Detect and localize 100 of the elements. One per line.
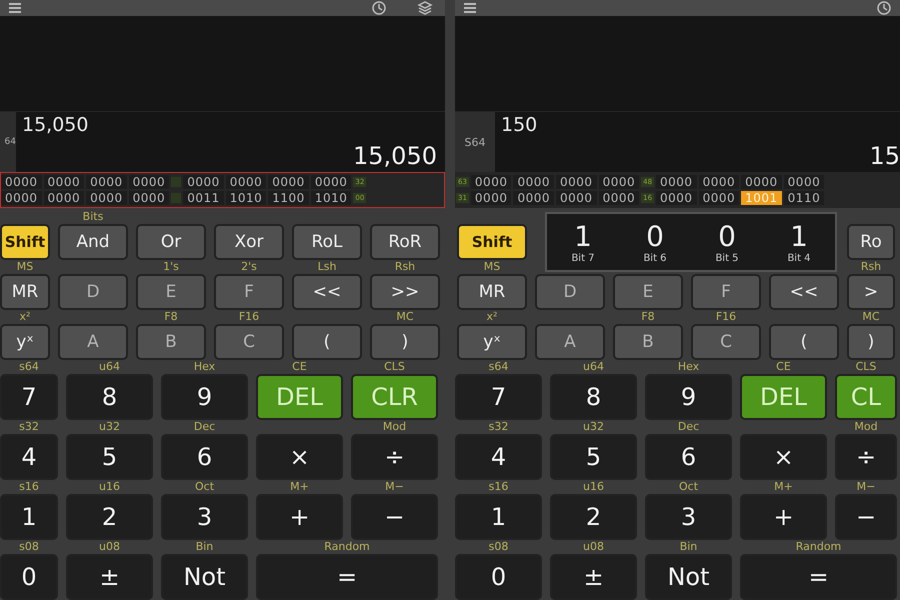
calculator-key[interactable]: 2	[66, 494, 153, 540]
calculator-key[interactable]: 8	[66, 374, 153, 420]
bit-group[interactable]: 0000	[268, 175, 309, 189]
bit-group[interactable]: 1100	[268, 191, 309, 205]
calculator-key[interactable]: 5	[66, 434, 153, 480]
calculator-key[interactable]: Shift	[0, 224, 50, 260]
calculator-key[interactable]: ÷	[835, 434, 897, 480]
calculator-key[interactable]: RoR	[370, 224, 440, 260]
bit-group[interactable]: 0000	[513, 175, 554, 189]
calculator-key[interactable]: Or	[136, 224, 206, 260]
bit-group[interactable]: 1010	[226, 191, 266, 205]
calculator-key[interactable]: 9	[645, 374, 732, 420]
calculator-key[interactable]: 4	[0, 434, 58, 480]
secondary-label: s32	[19, 420, 39, 434]
bit-group[interactable]: 1010	[310, 191, 352, 205]
mode-tab[interactable]: 64	[0, 112, 16, 172]
calculator-key[interactable]: 4	[455, 434, 542, 480]
calculator-key[interactable]: ÷	[351, 434, 438, 480]
calculator-key[interactable]: And	[58, 224, 128, 260]
bit-group[interactable]: 0000	[513, 191, 554, 205]
bit-group[interactable]: 0000	[226, 175, 266, 189]
calculator-key[interactable]: =	[740, 554, 897, 600]
calculator-key[interactable]: Not	[645, 554, 732, 600]
bit-group[interactable]: 0110	[784, 191, 824, 205]
bit-group[interactable]: 0000	[128, 175, 170, 189]
secondary-label: Oct	[194, 480, 214, 494]
secondary-label: Dec	[678, 420, 700, 434]
bit-group[interactable]: 0011	[183, 191, 224, 205]
calculator-key[interactable]: 0	[455, 554, 542, 600]
calculator-key[interactable]: >	[847, 274, 895, 310]
secondary-label: Mod	[854, 420, 878, 434]
calculator-key[interactable]: <<	[292, 274, 362, 310]
calculator-key[interactable]: −	[835, 494, 897, 540]
calculator-key[interactable]: yˣ	[0, 324, 50, 360]
calculator-key[interactable]: 1	[455, 494, 542, 540]
calculator-key[interactable]: +	[256, 494, 343, 540]
menu-icon[interactable]	[463, 2, 477, 14]
layers-icon[interactable]	[417, 0, 433, 16]
calculator-key[interactable]: ±	[550, 554, 637, 600]
bit-group[interactable]: 0000	[44, 191, 84, 205]
bit-group[interactable]: 0000	[784, 175, 824, 189]
calculator-key[interactable]: )	[847, 324, 895, 360]
calculator-key[interactable]: −	[351, 494, 438, 540]
calculator-key[interactable]: MR	[0, 274, 50, 310]
bit-group[interactable]: 0000	[44, 175, 84, 189]
calculator-key[interactable]: 1	[0, 494, 58, 540]
calculator-key[interactable]: 6	[161, 434, 248, 480]
calculator-key[interactable]: 6	[645, 434, 732, 480]
calculator-key[interactable]: >>	[370, 274, 440, 310]
calculator-key[interactable]: 8	[550, 374, 637, 420]
calculator-key[interactable]: 9	[161, 374, 248, 420]
bit-group[interactable]: 0000	[598, 175, 640, 189]
bit-group[interactable]: 0000	[128, 191, 170, 205]
calculator-key[interactable]: 3	[161, 494, 248, 540]
calculator-key[interactable]: Shift	[457, 224, 527, 260]
calculator-key[interactable]: yˣ	[457, 324, 527, 360]
bit-group[interactable]: 0000	[470, 191, 512, 205]
calculator-key[interactable]: 3	[645, 494, 732, 540]
bit-group[interactable]: 0000	[598, 191, 640, 205]
calculator-key[interactable]: 5	[550, 434, 637, 480]
bit-group[interactable]: 0000	[310, 175, 352, 189]
bit-group[interactable]: 0000	[183, 175, 224, 189]
secondary-label: s64	[488, 360, 508, 374]
bit-group[interactable]: 0000	[1, 191, 42, 205]
bit-group[interactable]: 0000	[86, 191, 127, 205]
calculator-key[interactable]: =	[256, 554, 438, 600]
clock-icon[interactable]	[371, 0, 387, 16]
clock-icon[interactable]	[876, 0, 892, 16]
mode-tab[interactable]: S64	[455, 112, 495, 172]
calculator-key[interactable]: (	[292, 324, 362, 360]
bit-group[interactable]: 0000	[698, 175, 740, 189]
calculator-key[interactable]: 7	[0, 374, 58, 420]
secondary-label: u64	[99, 360, 120, 374]
calculator-key[interactable]: Not	[161, 554, 248, 600]
calculator-key[interactable]: )	[370, 324, 440, 360]
menu-icon[interactable]	[8, 2, 22, 14]
calculator-key[interactable]: ×	[256, 434, 343, 480]
bit-value: 1	[574, 220, 592, 252]
bit-group[interactable]: 0000	[741, 175, 782, 189]
bit-group[interactable]: 0000	[470, 175, 512, 189]
calculator-key[interactable]: +	[740, 494, 827, 540]
bit-group[interactable]: 0000	[556, 175, 597, 189]
calculator-key[interactable]: MR	[457, 274, 527, 310]
calculator-key[interactable]: 2	[550, 494, 637, 540]
bit-group[interactable]: 0000	[656, 191, 697, 205]
calculator-key[interactable]: Ro	[847, 224, 895, 260]
calculator-key[interactable]: <<	[769, 274, 839, 310]
calculator-key[interactable]: RoL	[292, 224, 362, 260]
calculator-key[interactable]: 0	[0, 554, 58, 600]
calculator-key[interactable]: ×	[740, 434, 827, 480]
bit-group[interactable]: 0000	[1, 175, 42, 189]
calculator-key[interactable]: ±	[66, 554, 153, 600]
calculator-key[interactable]: Xor	[214, 224, 284, 260]
bit-group[interactable]: 0000	[86, 175, 127, 189]
bit-group[interactable]: 0000	[656, 175, 697, 189]
bit-group[interactable]: 0000	[698, 191, 740, 205]
calculator-key[interactable]: (	[769, 324, 839, 360]
secondary-label: F16	[716, 310, 736, 324]
calculator-key[interactable]: 7	[455, 374, 542, 420]
bit-group[interactable]: 0000	[556, 191, 597, 205]
